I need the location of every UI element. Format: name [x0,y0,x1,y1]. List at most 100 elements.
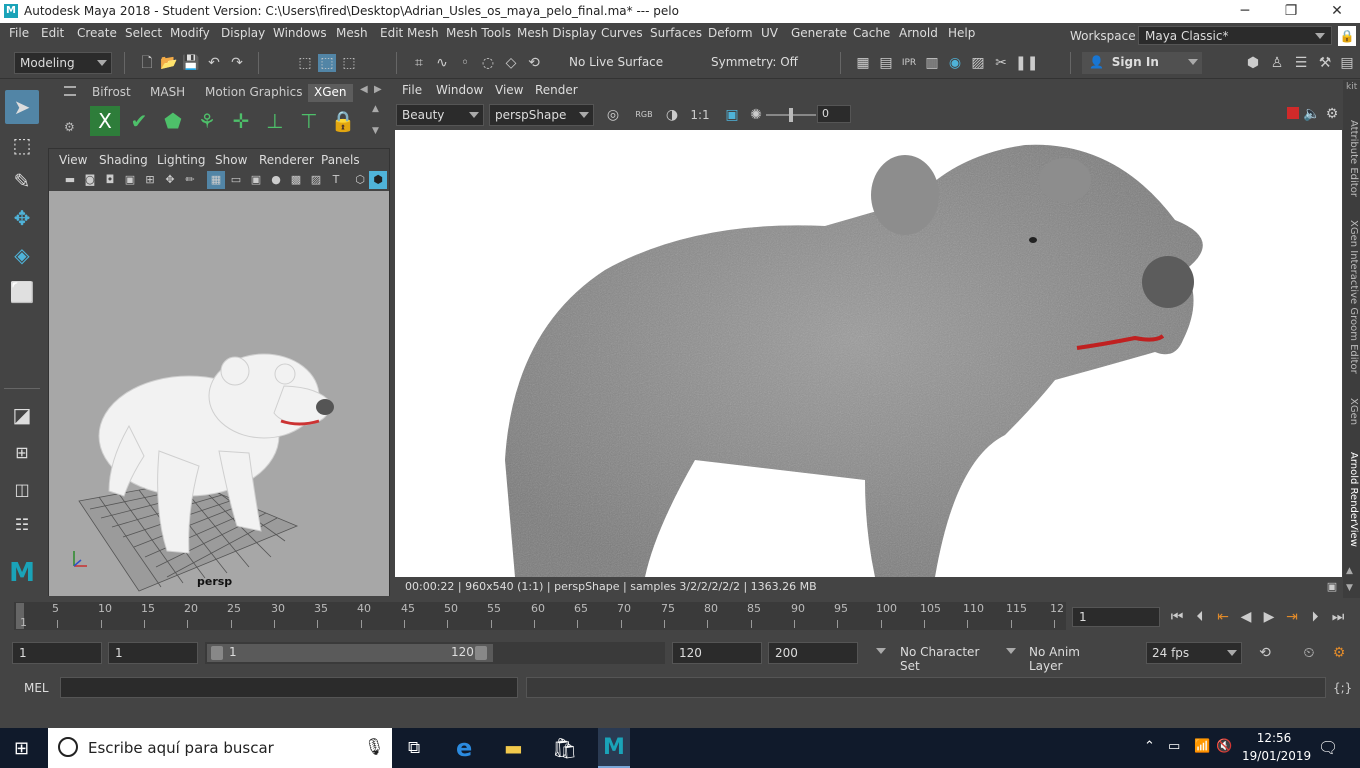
menu-surfaces[interactable]: Surfaces [650,26,702,40]
menu-edit[interactable]: Edit [41,26,64,40]
menu-display[interactable]: Display [221,26,265,40]
scale-tool-icon[interactable]: ⬜ [5,275,39,309]
sign-in-button[interactable]: 👤 Sign In [1082,52,1202,74]
viewport-menu-panels[interactable]: Panels [321,153,360,167]
shelf-scroll-up-icon[interactable]: ▲ [372,104,379,114]
workspace-dropdown[interactable]: Maya Classic* [1138,26,1332,45]
ipr-render-icon[interactable]: IPR [900,54,918,72]
snap-curve-icon[interactable]: ∿ [433,54,451,72]
loop-icon[interactable]: ⟲ [1256,644,1274,662]
menu-windows[interactable]: Windows [273,26,327,40]
camera-attributes-icon[interactable]: ◙ [81,171,99,189]
step-back-key-icon[interactable]: ⇤ [1214,608,1232,626]
shelf-scroll-down-icon[interactable]: ▼ [372,126,379,136]
color-correction-icon[interactable]: ◑ [663,106,681,124]
animation-start-field[interactable]: 1 [12,642,102,664]
viewport-menu-shading[interactable]: Shading [99,153,148,167]
render-image[interactable] [395,130,1342,577]
playback-end-field[interactable]: 120 [672,642,762,664]
character-set-field[interactable]: No Character Set [894,642,994,673]
viewport-menu-renderer[interactable]: Renderer [259,153,314,167]
render-view-icon[interactable]: ▥ [923,54,941,72]
select-camera-icon[interactable]: ▬ [61,171,79,189]
maya-taskbar-icon[interactable]: M [598,728,630,768]
lasso-tool-icon[interactable]: ⬚ [5,128,39,162]
xgen-place-guides-icon[interactable]: ✛ [226,106,256,136]
menu-help[interactable]: Help [948,26,975,40]
shadows-icon[interactable]: ▩ [287,171,305,189]
xray-icon[interactable]: ▨ [307,171,325,189]
scroll-down-icon[interactable]: ▼ [1346,583,1353,593]
select-component-icon[interactable]: ⬚ [340,54,358,72]
viewport-menu-show[interactable]: Show [215,153,247,167]
zoom-ratio[interactable]: 1:1 [690,106,710,124]
save-scene-icon[interactable]: 💾 [182,54,200,72]
edge-browser-icon[interactable]: e [456,734,472,762]
move-tool-icon[interactable]: ✥ [5,201,39,235]
time-slider-track[interactable]: 1 5 10 15 20 25 30 35 40 45 50 55 60 65 … [14,602,1066,630]
perspective-viewport[interactable]: persp [49,191,389,596]
xgen-editor-icon[interactable]: X [90,106,120,136]
bookmark-icon[interactable]: ◘ [101,171,119,189]
select-tool-icon[interactable]: ➤ [5,90,39,124]
play-forwards-icon[interactable]: ▶ [1260,608,1278,626]
resolution-gate-icon[interactable]: T [327,171,345,189]
render-menu-file[interactable]: File [402,83,422,97]
anim-layer-field[interactable]: No Anim Layer [1023,642,1123,673]
render-settings-icon[interactable]: ▦ [854,54,872,72]
gear-icon[interactable]: ⚙ [64,120,75,134]
fps-dropdown[interactable]: 24 fps [1146,642,1242,664]
character-set-menu-icon[interactable] [876,648,886,654]
tab-xgen-groom-editor[interactable]: XGen Interactive Groom Editor [1344,220,1359,374]
shelf-tab-xgen[interactable]: XGen [308,84,353,102]
xgen-preview-icon[interactable]: ✔ [124,106,154,136]
live-surface-field[interactable]: No Live Surface [564,52,684,74]
file-explorer-icon[interactable]: ▬ [504,736,523,760]
command-input[interactable] [60,677,518,698]
tab-xgen[interactable]: XGen [1344,398,1359,425]
aov-dropdown[interactable]: Beauty [396,104,484,126]
menu-curves[interactable]: Curves [601,26,643,40]
menu-modify[interactable]: Modify [170,26,210,40]
snap-point-icon[interactable]: ◦ [456,54,474,72]
menu-arnold[interactable]: Arnold [899,26,938,40]
menuset-dropdown[interactable]: Modeling [14,52,112,74]
tool-settings-icon[interactable]: ⚒ [1316,54,1334,72]
menu-mesh[interactable]: Mesh [336,26,368,40]
anim-layer-menu-icon[interactable] [1006,648,1016,654]
character-controls-icon[interactable]: ♙ [1268,54,1286,72]
crop-region-icon[interactable]: ▣ [723,106,741,124]
menu-deform[interactable]: Deform [708,26,753,40]
single-perspective-layout-icon[interactable]: ◪ [5,398,39,432]
select-hierarchy-icon[interactable]: ⬚ [296,54,314,72]
hypershade-icon[interactable]: ◉ [946,54,964,72]
menu-edit-mesh[interactable]: Edit Mesh [380,26,439,40]
smooth-shade-icon[interactable]: ▭ [227,171,245,189]
wireframe-icon[interactable]: ▦ [207,171,225,189]
cube-view-icon[interactable]: ⬢ [369,171,387,189]
maximize-button[interactable]: ❐ [1268,0,1314,23]
snapshot-icon[interactable]: ▣ [1323,578,1341,596]
exposure-icon[interactable]: ✺ [747,106,765,124]
redo-icon[interactable]: ↷ [228,54,246,72]
stop-render-icon[interactable] [1287,107,1299,119]
go-to-start-icon[interactable]: ⏮ [1168,608,1186,626]
play-backwards-icon[interactable]: ◀ [1237,608,1255,626]
select-object-icon[interactable]: ⬚ [318,54,336,72]
two-d-pan-icon[interactable]: ✥ [161,171,179,189]
range-start-handle[interactable] [211,646,223,660]
xgen-lock-guide-icon[interactable]: 🔒 [328,106,358,136]
render-menu-window[interactable]: Window [436,83,483,97]
xgen-add-guide-icon[interactable]: ⊥ [260,106,290,136]
menu-select[interactable]: Select [125,26,162,40]
windows-start-icon[interactable]: ⊞ [14,738,29,759]
four-view-layout-icon[interactable]: ⊞ [5,436,39,470]
pause-icon[interactable]: ❚❚ [1015,54,1038,72]
playback-start-field[interactable]: 1 [108,642,198,664]
range-slider-bar[interactable]: 1 120 [207,644,493,662]
outliner-icon[interactable]: ☷ [5,508,39,542]
volume-muted-icon[interactable]: 🔇 [1216,739,1232,754]
render-menu-render[interactable]: Render [535,83,578,97]
scroll-up-icon[interactable]: ▲ [1346,566,1353,576]
menu-mesh-tools[interactable]: Mesh Tools [446,26,511,40]
